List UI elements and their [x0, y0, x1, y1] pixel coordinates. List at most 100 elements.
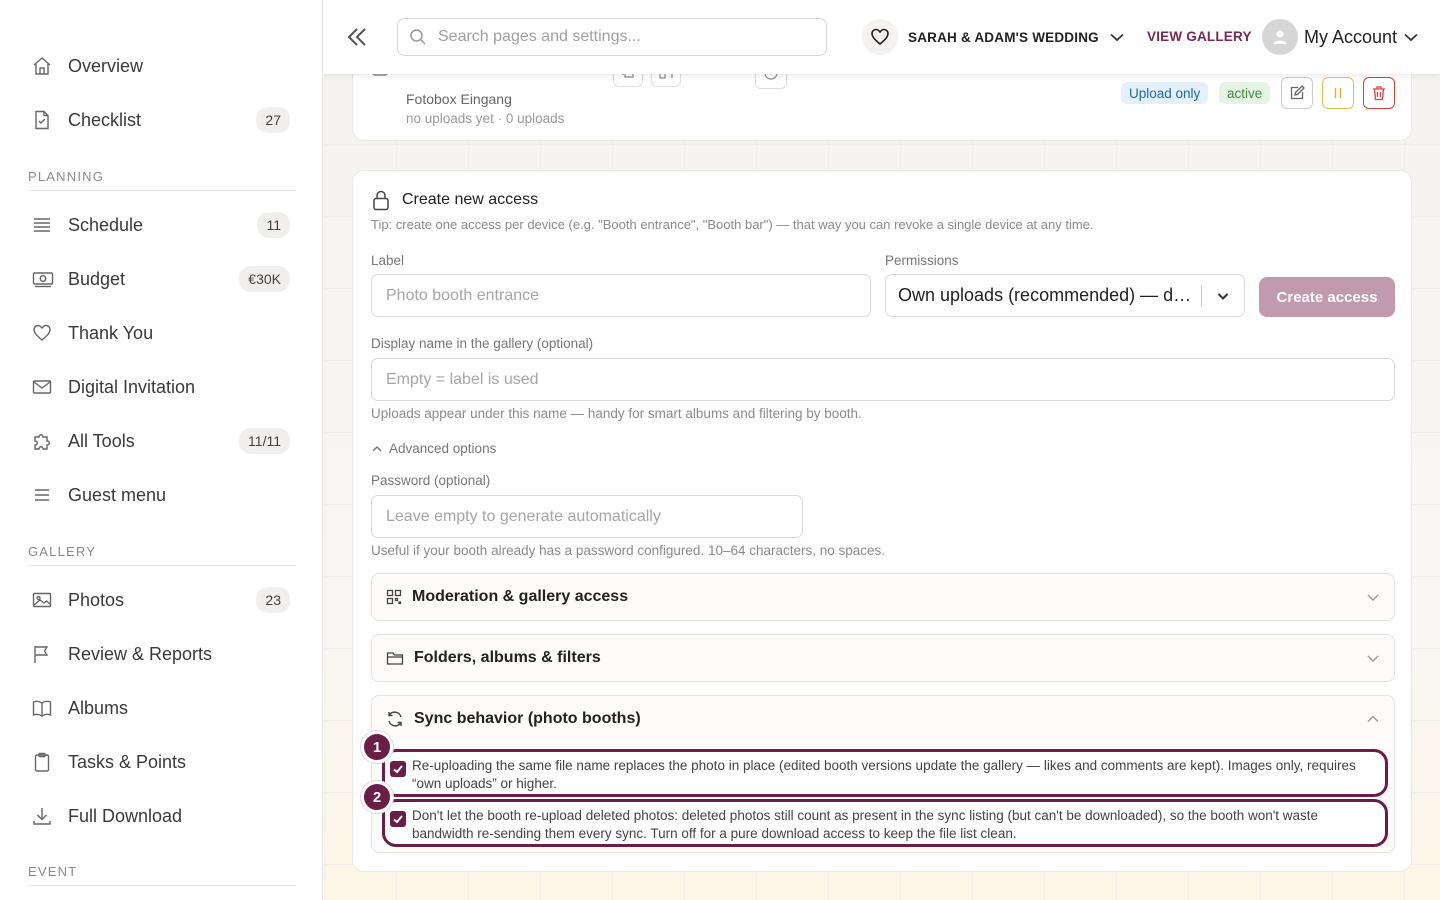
- trash-icon: [1371, 85, 1387, 101]
- avatar: [1262, 19, 1298, 55]
- access-label: Fotobox Eingang: [406, 91, 512, 107]
- accordion-moderation[interactable]: Moderation & gallery access: [371, 573, 1395, 621]
- sidebar-item-budget[interactable]: Budget €30K: [24, 259, 298, 299]
- password-input[interactable]: [386, 507, 802, 526]
- account-label: My Account: [1304, 26, 1398, 47]
- label-input[interactable]: [386, 286, 870, 305]
- download-icon: [24, 796, 64, 836]
- create-access-card: Create new access Tip: create one access…: [352, 170, 1412, 872]
- sidebar-item-label: Review & Reports: [68, 643, 213, 664]
- book-icon: [24, 688, 64, 728]
- image-icon: [24, 580, 64, 620]
- sync-option-text: Don't let the booth re-upload deleted ph…: [412, 808, 1319, 841]
- password-label: Password (optional): [371, 473, 491, 488]
- sidebar-item-label: Thank You: [68, 322, 154, 343]
- sidebar-item-label: Tasks & Points: [68, 751, 187, 772]
- count-badge: 27: [256, 107, 290, 133]
- create-access-button[interactable]: Create access: [1259, 277, 1395, 317]
- top-bar: SARAH & ADAM'S WEDDING VIEW GALLERY My A…: [324, 0, 1440, 74]
- permissions-label: Permissions: [885, 253, 959, 268]
- permissions-value: Own uploads (recommended) — delete/edit …: [898, 285, 1202, 305]
- sync-option-deleted[interactable]: Don't let the booth re-upload deleted ph…: [382, 799, 1388, 847]
- sidebar-item-label: Digital Invitation: [68, 376, 196, 397]
- sidebar-item-all-tools[interactable]: All Tools 11/11: [24, 421, 298, 461]
- sidebar-item-label: All Tools: [68, 430, 135, 451]
- wedding-switcher[interactable]: SARAH & ADAM'S WEDDING: [862, 17, 1125, 57]
- accordion-title: Moderation & gallery access: [412, 588, 629, 605]
- count-badge: 11: [257, 212, 290, 238]
- lock-icon: [371, 189, 391, 211]
- sidebar-item-label: Photos: [68, 589, 125, 610]
- sidebar-item-digital-invitation[interactable]: Digital Invitation: [24, 367, 298, 407]
- chevron-down-icon: [1202, 289, 1244, 303]
- wedding-name: SARAH & ADAM'S WEDDING: [908, 29, 1099, 45]
- password-help: Useful if your booth already has a passw…: [371, 543, 886, 558]
- accordion-folders[interactable]: Folders, albums & filters: [371, 634, 1395, 682]
- edit-icon: [1289, 85, 1305, 101]
- count-badge: €30K: [239, 266, 290, 292]
- sidebar-item-label: Budget: [68, 268, 126, 289]
- sync-icon: [386, 710, 404, 728]
- sync-option-text: Re-uploading the same file name replaces…: [412, 758, 1356, 791]
- permission-badge: Upload only: [1121, 82, 1209, 104]
- flag-icon: [24, 634, 64, 674]
- sidebar: Overview Checklist 27 PLANNING Schedule …: [0, 0, 323, 900]
- count-badge: 23: [256, 587, 290, 613]
- search-icon: [398, 28, 438, 46]
- sidebar-item-label: Schedule: [68, 214, 144, 235]
- account-menu[interactable]: My Account: [1262, 18, 1419, 56]
- password-field[interactable]: [371, 495, 803, 538]
- permissions-select[interactable]: Own uploads (recommended) — delete/edit …: [885, 274, 1245, 317]
- pause-button[interactable]: [1322, 77, 1354, 109]
- sidebar-item-tasks-points[interactable]: Tasks & Points: [24, 742, 298, 782]
- schedule-icon: [24, 205, 64, 245]
- sidebar-item-overview[interactable]: Overview: [24, 46, 298, 86]
- display-name-help: Uploads appear under this name — handy f…: [371, 406, 862, 421]
- sidebar-item-albums[interactable]: Albums: [24, 688, 298, 728]
- sidebar-item-full-download[interactable]: Full Download: [24, 796, 298, 836]
- sidebar-item-review-reports[interactable]: Review & Reports: [24, 634, 298, 674]
- card-title: Create new access: [371, 189, 538, 211]
- sync-option-replace[interactable]: Re-uploading the same file name replaces…: [382, 749, 1388, 797]
- checklist-icon: [24, 100, 64, 140]
- check-icon: [392, 813, 404, 825]
- annotation-marker-2: 2: [361, 781, 393, 813]
- replace-checkbox[interactable]: [390, 761, 406, 777]
- section-planning: PLANNING: [28, 169, 296, 191]
- sidebar-item-checklist[interactable]: Checklist 27: [24, 100, 298, 140]
- main-content: sarah-adams-hochzeit-ab19 Fotobox Eingan…: [324, 0, 1440, 900]
- deleted-checkbox[interactable]: [390, 811, 406, 827]
- sidebar-item-label: Full Download: [68, 805, 183, 826]
- accordion-sync-header[interactable]: Sync behavior (photo booths): [372, 696, 1394, 742]
- sidebar-item-thank-you[interactable]: Thank You: [24, 313, 298, 353]
- chevron-up-icon: [371, 443, 383, 455]
- collapse-sidebar-button[interactable]: [344, 22, 374, 52]
- sidebar-item-photos[interactable]: Photos 23: [24, 580, 298, 620]
- label-field[interactable]: [371, 274, 871, 317]
- check-icon: [392, 763, 404, 775]
- status-badge: active: [1219, 82, 1271, 104]
- sidebar-item-label: Guest menu: [68, 484, 167, 505]
- home-icon: [24, 46, 64, 86]
- money-icon: [24, 259, 64, 299]
- qr-code-icon: [386, 589, 402, 605]
- create-access-title: Create new access: [402, 191, 539, 208]
- sidebar-item-schedule[interactable]: Schedule 11: [24, 205, 298, 245]
- sidebar-item-guest-menu[interactable]: Guest menu: [24, 475, 298, 515]
- chevron-down-icon: [1366, 651, 1380, 665]
- display-name-field[interactable]: [371, 358, 1395, 401]
- delete-button[interactable]: [1363, 77, 1395, 109]
- heart-icon: [24, 313, 64, 353]
- edit-button[interactable]: [1281, 77, 1313, 109]
- sidebar-item-label: Overview: [68, 55, 144, 76]
- search-box[interactable]: [397, 18, 827, 56]
- annotation-marker-1: 1: [361, 731, 393, 763]
- display-name-input[interactable]: [386, 370, 1394, 389]
- sidebar-item-label: Checklist: [68, 109, 142, 130]
- advanced-options-toggle[interactable]: Advanced options: [371, 441, 496, 456]
- search-input[interactable]: [438, 28, 808, 46]
- clipboard-icon: [24, 742, 64, 782]
- view-gallery-link[interactable]: VIEW GALLERY: [1147, 29, 1252, 44]
- chevron-down-icon: [1366, 590, 1380, 604]
- chevron-down-icon: [1109, 29, 1125, 45]
